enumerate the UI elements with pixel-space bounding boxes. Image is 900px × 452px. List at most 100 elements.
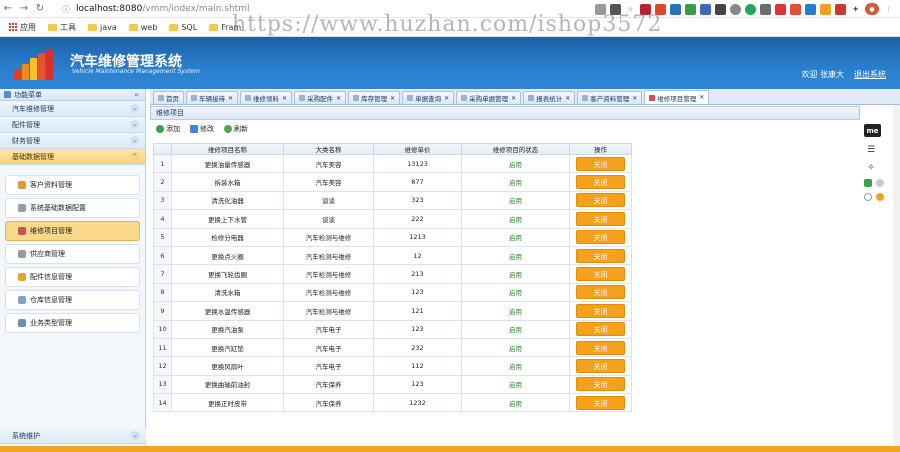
table-row[interactable]: 14 更换正时皮带 汽车保养 1232 启用 关闭 — [153, 393, 632, 413]
tab-document-query[interactable]: 单据查询 ✕ — [402, 91, 455, 104]
sidebar-item-customers[interactable]: 客户资料管理 — [5, 175, 140, 195]
table-row[interactable]: 8 清洗水箱 汽车检测与维修 123 启用 关闭 — [153, 282, 632, 303]
back-icon[interactable]: ← — [0, 1, 16, 17]
tab-repair-items[interactable]: 维修项目管理 ✕ — [644, 90, 710, 104]
close-item-button[interactable]: 关闭 — [576, 395, 625, 410]
edit-button[interactable]: 修改 — [190, 124, 214, 134]
close-icon[interactable]: ✕ — [699, 94, 704, 101]
menu-icon[interactable]: ⋮ — [883, 3, 894, 15]
close-icon[interactable]: ✕ — [565, 95, 570, 102]
chevron-down-icon[interactable]: ⌄ — [130, 120, 139, 129]
info-icon[interactable] — [864, 193, 872, 201]
sidebar-section-finance[interactable]: 财务管理 ⌄ — [0, 133, 145, 149]
close-item-button[interactable]: 关闭 — [576, 267, 625, 282]
table-row[interactable]: 1 更换油量传感器 汽车美容 13123 启用 关闭 — [153, 153, 632, 174]
close-icon[interactable]: ✕ — [511, 95, 516, 102]
sidebar-section-parts[interactable]: 配件管理 ⌄ — [0, 117, 145, 133]
extension-icon-6[interactable] — [715, 3, 726, 15]
tab-home[interactable]: 首页 — [153, 91, 184, 104]
extension-icon-4[interactable] — [685, 3, 696, 15]
tab-inventory[interactable]: 库存管理 ✕ — [348, 91, 401, 104]
chevron-down-icon[interactable]: ⌄ — [130, 136, 139, 145]
extension-icon-13[interactable] — [820, 3, 831, 15]
bookmark-folder[interactable]: web — [128, 23, 157, 32]
chevron-up-icon[interactable]: ⌃ — [130, 152, 139, 161]
star-icon[interactable]: ☆ — [625, 3, 636, 15]
extension-icon-10[interactable] — [775, 3, 786, 15]
image-icon[interactable] — [864, 179, 872, 187]
tab-reports[interactable]: 报表统计 ✕ — [523, 91, 576, 104]
refresh-button[interactable]: 刷新 — [224, 124, 248, 134]
close-item-button[interactable]: 关闭 — [576, 303, 625, 318]
bookmark-folder[interactable]: 工具 — [48, 22, 76, 33]
key-icon[interactable] — [595, 3, 606, 15]
table-row[interactable]: 3 清洗化油器 谈谈 323 启用 关闭 — [153, 190, 632, 211]
close-item-button[interactable]: 关闭 — [576, 248, 625, 263]
collapse-icon[interactable]: « — [134, 90, 139, 99]
add-button[interactable]: 添加 — [156, 124, 180, 134]
close-item-button[interactable]: 关闭 — [576, 322, 625, 337]
magic-wand-icon[interactable]: ✧ — [864, 163, 878, 173]
close-item-button[interactable]: 关闭 — [576, 211, 625, 226]
address-bar[interactable]: ⓘ localhost:8080/vmm/index/main.shtml — [62, 2, 542, 16]
logout-link[interactable]: 退出系统 — [854, 69, 886, 80]
reload-icon[interactable] — [876, 179, 884, 187]
close-icon[interactable]: ✕ — [228, 95, 233, 102]
extension-icon-14[interactable] — [835, 3, 846, 15]
bookmark-folder[interactable]: java — [88, 23, 117, 32]
table-row[interactable]: 10 更换汽油泵 汽车电子 123 启用 关闭 — [153, 319, 632, 339]
extension-icon-11[interactable] — [790, 3, 801, 15]
tab-purchase-documents[interactable]: 采购单据管理 ✕ — [456, 91, 522, 104]
extension-icon-12[interactable] — [805, 3, 816, 15]
sidebar-item-parts-info[interactable]: 配件信息管理 — [5, 267, 140, 287]
column-header[interactable]: 维修项目名称 — [171, 143, 284, 155]
column-header[interactable]: 维修项目的状态 — [461, 143, 570, 155]
sidebar-item-warehouse[interactable]: 仓库信息管理 — [5, 290, 140, 310]
close-item-button[interactable]: 关闭 — [576, 377, 625, 392]
translate-icon[interactable] — [610, 3, 621, 15]
close-item-button[interactable]: 关闭 — [576, 193, 625, 208]
sidebar-section-basic-data[interactable]: 基础数据管理 ⌃ — [0, 149, 145, 165]
tab-repair-materials[interactable]: 维修领料 ✕ — [240, 91, 293, 104]
extension-icon-8[interactable] — [745, 3, 756, 15]
table-row[interactable]: 4 更换上下水管 谈谈 222 启用 关闭 — [153, 209, 632, 229]
vertical-scrollbar[interactable] — [893, 105, 900, 445]
profile-avatar[interactable]: ● — [865, 3, 879, 15]
column-header[interactable]: 大类名称 — [283, 143, 374, 155]
tab-purchase-parts[interactable]: 采购配件 ✕ — [294, 91, 347, 104]
bookmark-apps[interactable]: 应用 — [8, 22, 36, 33]
close-item-button[interactable]: 关闭 — [576, 340, 625, 355]
puzzle-icon[interactable]: ✚ — [850, 3, 861, 15]
table-row[interactable]: 9 更换水温传感器 汽车检测与维修 121 启用 关闭 — [153, 301, 632, 321]
extension-icon-3[interactable] — [670, 3, 681, 15]
table-row[interactable]: 2 拆装水箱 汽车美容 877 启用 关闭 — [153, 172, 632, 192]
table-row[interactable]: 11 更换汽缸垫 汽车电子 232 启用 关闭 — [153, 337, 632, 358]
extension-icon-9[interactable] — [760, 3, 771, 15]
me-badge-icon[interactable]: me — [864, 124, 881, 137]
chevron-down-icon[interactable]: ⌄ — [130, 104, 139, 113]
sidebar-item-repair-items[interactable]: 维修项目管理 — [5, 221, 140, 241]
forward-icon[interactable]: → — [16, 1, 32, 17]
chevron-down-icon[interactable]: ⌄ — [131, 431, 140, 440]
extension-icon-1[interactable] — [640, 3, 651, 15]
sidebar-item-business-type[interactable]: 业务类型管理 — [5, 313, 140, 333]
table-row[interactable]: 5 检修分电器 汽车检测与维修 1213 启用 关闭 — [153, 227, 632, 247]
table-row[interactable]: 12 更换风扇叶 汽车电子 112 启用 关闭 — [153, 356, 632, 376]
close-icon[interactable]: ✕ — [282, 95, 287, 102]
close-item-button[interactable]: 关闭 — [576, 156, 625, 171]
bookmark-folder[interactable]: Fram — [209, 23, 241, 32]
url-text[interactable]: localhost:8080/vmm/index/main.shtml — [76, 4, 249, 14]
bookmark-folder[interactable]: SQL — [169, 23, 197, 32]
table-row[interactable]: 7 更换飞轮齿圈 汽车检测与维修 213 启用 关闭 — [153, 264, 632, 284]
tab-customer-info[interactable]: 客户资料管理 ✕ — [577, 91, 643, 104]
sidebar-item-system-config[interactable]: 系统基础数据配置 — [5, 198, 140, 218]
tab-vehicle-reception[interactable]: 车辆接待 ✕ — [186, 91, 239, 104]
close-item-button[interactable]: 关闭 — [576, 285, 625, 300]
extension-icon-5[interactable] — [700, 3, 711, 15]
eye-icon[interactable] — [876, 193, 884, 201]
reload-icon[interactable]: ↻ — [32, 1, 48, 17]
column-header[interactable]: 维修单价 — [373, 143, 462, 155]
table-row[interactable]: 6 更换点火圈 汽车检测与维修 12 启用 关闭 — [153, 245, 632, 266]
close-icon[interactable]: ✕ — [336, 95, 341, 102]
close-item-button[interactable]: 关闭 — [576, 230, 625, 245]
